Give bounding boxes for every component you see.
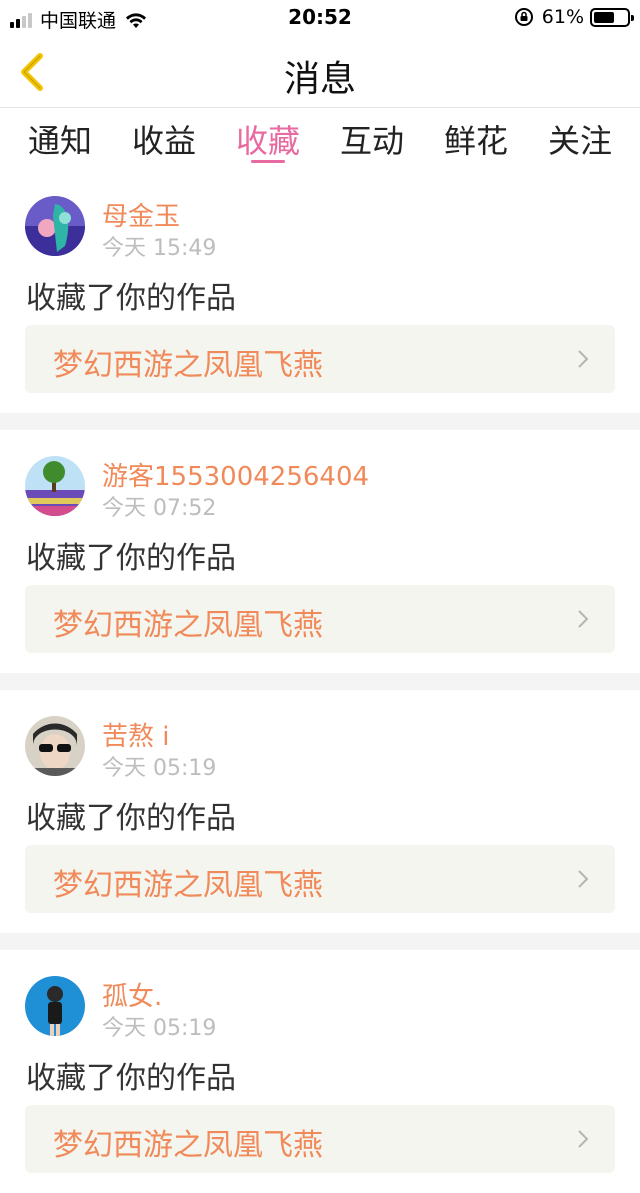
work-link-card[interactable]: 梦幻西游之凤凰飞燕: [25, 585, 615, 653]
work-title: 梦幻西游之凤凰飞燕: [53, 868, 323, 903]
username[interactable]: 苦熬 i: [102, 716, 170, 753]
back-button[interactable]: [14, 50, 50, 94]
tab-flowers[interactable]: 鲜花: [436, 116, 516, 162]
list-item: 游客1553004256404 今天 07:52 收藏了你的作品 梦幻西游之凤凰…: [0, 430, 640, 673]
timestamp: 今天 07:52: [102, 496, 217, 521]
work-title: 梦幻西游之凤凰飞燕: [53, 1128, 323, 1163]
status-bar: 中国联通 20:52 61%: [0, 0, 640, 36]
action-text: 收藏了你的作品: [26, 1061, 236, 1096]
username[interactable]: 母金玉: [102, 196, 180, 233]
chevron-right-icon: [578, 350, 589, 368]
tab-interactions[interactable]: 互动: [332, 116, 412, 162]
page-title: 消息: [283, 59, 356, 100]
status-right: 61%: [514, 6, 634, 28]
battery-icon: [590, 7, 634, 27]
active-tab-indicator: [251, 160, 285, 163]
list-item: 孤女. 今天 05:19 收藏了你的作品 梦幻西游之凤凰飞燕: [0, 950, 640, 1193]
battery-percent: 61%: [541, 6, 584, 28]
action-text: 收藏了你的作品: [26, 281, 236, 316]
chevron-right-icon: [578, 1130, 589, 1148]
avatar[interactable]: [25, 196, 85, 256]
divider: [0, 673, 640, 690]
username[interactable]: 游客1553004256404: [102, 456, 369, 493]
tab-earnings[interactable]: 收益: [124, 116, 204, 162]
action-text: 收藏了你的作品: [26, 801, 236, 836]
avatar[interactable]: [25, 716, 85, 776]
chevron-right-icon: [578, 610, 589, 628]
chevron-left-icon: [21, 53, 43, 91]
battery-fill: [594, 11, 614, 23]
message-list: 母金玉 今天 15:49 收藏了你的作品 梦幻西游之凤凰飞燕 游客1553004…: [0, 170, 640, 1193]
action-text: 收藏了你的作品: [26, 541, 236, 576]
avatar[interactable]: [25, 976, 85, 1036]
work-title: 梦幻西游之凤凰飞燕: [53, 608, 323, 643]
rotation-lock-icon: [514, 8, 533, 26]
tab-follows[interactable]: 关注: [540, 116, 620, 162]
divider: [0, 413, 640, 430]
work-link-card[interactable]: 梦幻西游之凤凰飞燕: [25, 1105, 615, 1173]
timestamp: 今天 15:49: [102, 236, 217, 261]
tab-notifications[interactable]: 通知: [20, 116, 100, 162]
navigation-bar: 消息: [0, 36, 640, 108]
category-tabs: 通知 收益 收藏 互动 鲜花 关注: [0, 108, 640, 170]
username[interactable]: 孤女.: [102, 976, 162, 1013]
timestamp: 今天 05:19: [102, 1016, 217, 1041]
work-link-card[interactable]: 梦幻西游之凤凰飞燕: [25, 845, 615, 913]
timestamp: 今天 05:19: [102, 756, 217, 781]
chevron-right-icon: [578, 870, 589, 888]
list-item: 母金玉 今天 15:49 收藏了你的作品 梦幻西游之凤凰飞燕: [0, 170, 640, 413]
tab-favorites[interactable]: 收藏: [228, 116, 308, 162]
work-link-card[interactable]: 梦幻西游之凤凰飞燕: [25, 325, 615, 393]
work-title: 梦幻西游之凤凰飞燕: [53, 348, 323, 383]
avatar[interactable]: [25, 456, 85, 516]
list-item: 苦熬 i 今天 05:19 收藏了你的作品 梦幻西游之凤凰飞燕: [0, 690, 640, 933]
divider: [0, 933, 640, 950]
